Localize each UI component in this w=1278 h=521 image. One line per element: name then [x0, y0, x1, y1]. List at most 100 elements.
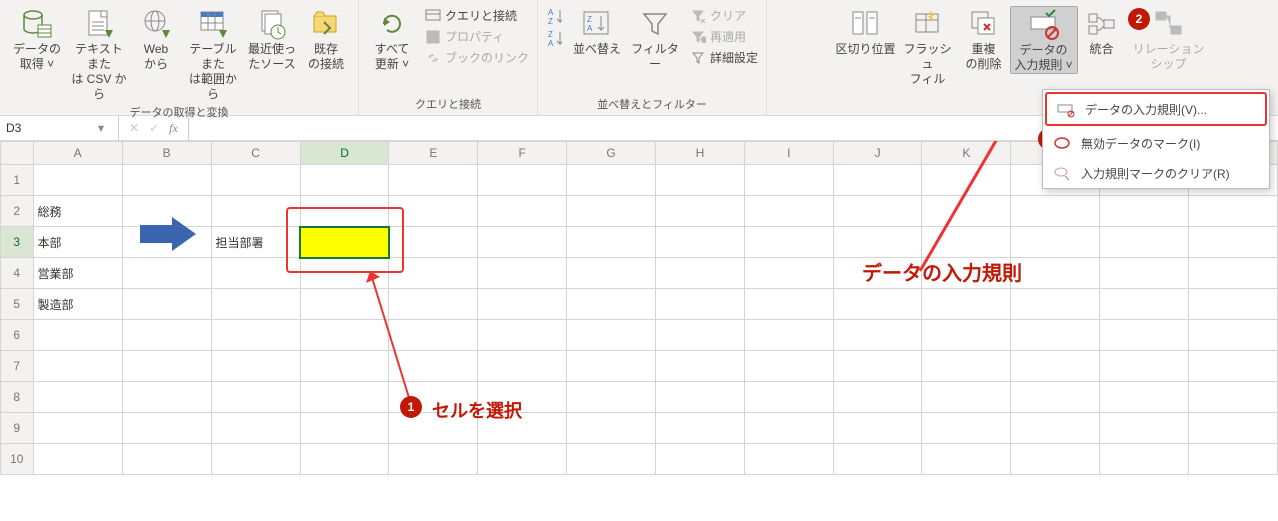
- table-icon: [197, 8, 229, 40]
- reapply-button: 再適用: [688, 27, 760, 46]
- dropdown-item-validation-label: データの入力規則(V)...: [1085, 101, 1207, 118]
- grid-table: A B C D E F G H I J K L M N 1 2総務 3本部担当部…: [0, 141, 1278, 475]
- cell-A5[interactable]: 製造部: [33, 289, 122, 320]
- queries-connections-button[interactable]: クエリと接続: [423, 6, 531, 25]
- globe-icon: [140, 8, 172, 40]
- name-box-input[interactable]: [0, 121, 92, 135]
- row-header-5[interactable]: 5: [1, 289, 34, 320]
- row-header-8[interactable]: 8: [1, 382, 34, 413]
- col-header-I[interactable]: I: [744, 142, 833, 165]
- col-header-J[interactable]: J: [833, 142, 922, 165]
- svg-text:Z: Z: [548, 30, 553, 39]
- sort-dialog-button[interactable]: ZA 並べ替え: [568, 6, 626, 57]
- name-box[interactable]: ▾: [0, 116, 119, 140]
- existing-label: 既存 の接続: [308, 42, 344, 72]
- validation-rule-icon: [1057, 100, 1075, 118]
- remove-duplicates-button[interactable]: 重複 の削除: [958, 6, 1010, 72]
- row-header-10[interactable]: 10: [1, 444, 34, 475]
- blue-arrow-icon: [140, 217, 196, 251]
- dropdown-item-clear-marks[interactable]: 入力規則マークのクリア(R): [1043, 158, 1269, 188]
- properties-icon: [425, 29, 441, 45]
- document-icon: [83, 8, 115, 40]
- from-text-csv-button[interactable]: テキストまた は CSV から: [68, 6, 130, 102]
- cancel-icon: ✕: [129, 121, 139, 135]
- consolidate-button[interactable]: 統合: [1078, 6, 1126, 57]
- group-get-transform: データの 取得 ˅ テキストまた は CSV から Web から テーブルまた …: [0, 0, 359, 115]
- mark-invalid-icon: [1053, 134, 1071, 152]
- sort-desc-icon: ZA: [546, 31, 562, 47]
- group-label-sort-filter: 並べ替えとフィルター: [597, 94, 707, 115]
- svg-text:A: A: [548, 39, 554, 48]
- accept-icon: ✓: [149, 121, 159, 135]
- col-header-E[interactable]: E: [389, 142, 478, 165]
- recent-icon: [256, 8, 288, 40]
- data-validation-button[interactable]: データの 入力規則 ˅: [1010, 6, 1078, 74]
- data-validation-label: データの 入力規則 ˅: [1014, 43, 1072, 73]
- from-web-button[interactable]: Web から: [130, 6, 182, 72]
- col-header-D[interactable]: D: [300, 142, 389, 165]
- name-box-dropdown-icon[interactable]: ▾: [92, 121, 110, 135]
- col-header-B[interactable]: B: [122, 142, 211, 165]
- refresh-all-button[interactable]: すべて 更新 ˅: [365, 6, 419, 72]
- svg-text:Z: Z: [587, 15, 592, 24]
- get-data-label: データの 取得 ˅: [13, 42, 61, 72]
- row-header-1[interactable]: 1: [1, 165, 34, 196]
- row-header-3[interactable]: 3: [1, 227, 34, 258]
- cell-A3[interactable]: 本部: [33, 227, 122, 258]
- svg-text:Z: Z: [548, 17, 553, 26]
- data-validation-dropdown: データの入力規則(V)... 無効データのマーク(I) 入力規則マークのクリア(…: [1042, 89, 1270, 189]
- step-badge-1: 1: [400, 396, 422, 418]
- clear-marks-icon: [1053, 164, 1071, 182]
- flash-fill-icon: [912, 8, 944, 40]
- recent-sources-button[interactable]: 最近使っ たソース: [244, 6, 300, 72]
- flash-fill-button[interactable]: フラッシュ フィル: [898, 6, 958, 87]
- queries-label: クエリと接続: [445, 7, 517, 24]
- sort-asc-icon: AZ: [546, 9, 562, 25]
- row-header-6[interactable]: 6: [1, 320, 34, 351]
- dropdown-item-mark-label: 無効データのマーク(I): [1081, 135, 1200, 152]
- properties-label: プロパティ: [445, 28, 504, 45]
- queries-icon: [425, 8, 441, 24]
- dropdown-item-clear-label: 入力規則マークのクリア(R): [1081, 165, 1230, 182]
- recent-label: 最近使っ たソース: [248, 42, 296, 72]
- from-table-button[interactable]: テーブルまた は範囲から: [182, 6, 244, 102]
- select-all-corner[interactable]: [1, 142, 34, 165]
- dropdown-item-mark-invalid[interactable]: 無効データのマーク(I): [1043, 128, 1269, 158]
- from-text-label: テキストまた は CSV から: [70, 42, 128, 102]
- refresh-icon: [376, 8, 408, 40]
- folder-arrow-icon: [310, 8, 342, 40]
- sort-icon: ZA: [581, 8, 613, 40]
- dropdown-item-validation[interactable]: データの入力規則(V)...: [1045, 92, 1267, 126]
- reapply-label: 再適用: [710, 28, 746, 45]
- row-header-2[interactable]: 2: [1, 196, 34, 227]
- refresh-label: すべて 更新 ˅: [375, 42, 410, 72]
- col-header-A[interactable]: A: [33, 142, 122, 165]
- sort-asc-button[interactable]: AZ: [544, 8, 564, 26]
- consolidate-icon: [1086, 8, 1118, 40]
- row-header-9[interactable]: 9: [1, 413, 34, 444]
- existing-connections-button[interactable]: 既存 の接続: [300, 6, 352, 72]
- cell-C3[interactable]: 担当部署: [211, 227, 300, 258]
- clear-icon: [690, 8, 706, 24]
- advanced-filter-button[interactable]: 詳細設定: [688, 48, 760, 67]
- col-header-C[interactable]: C: [211, 142, 300, 165]
- col-header-H[interactable]: H: [656, 142, 745, 165]
- row-header-4[interactable]: 4: [1, 258, 34, 289]
- col-header-G[interactable]: G: [567, 142, 656, 165]
- flash-fill-label: フラッシュ フィル: [900, 42, 956, 87]
- text-to-columns-button[interactable]: 区切り位置: [834, 6, 898, 57]
- cell-A2[interactable]: 総務: [33, 196, 122, 227]
- relationships-icon: [1153, 8, 1185, 40]
- get-data-button[interactable]: データの 取得 ˅: [6, 6, 68, 72]
- sort-desc-button[interactable]: ZA: [544, 30, 564, 48]
- svg-text:A: A: [587, 24, 593, 33]
- group-sort-filter: AZ ZA ZA 並べ替え フィルター クリア 再適用 詳細設定 並べ替えとフィ…: [538, 0, 767, 115]
- cell-D3-selected[interactable]: [300, 227, 389, 258]
- reapply-icon: [690, 29, 706, 45]
- cell-A1[interactable]: [33, 165, 122, 196]
- row-header-7[interactable]: 7: [1, 351, 34, 382]
- cell-A4[interactable]: 営業部: [33, 258, 122, 289]
- col-header-F[interactable]: F: [478, 142, 567, 165]
- col-header-K[interactable]: K: [922, 142, 1011, 165]
- filter-button[interactable]: フィルター: [626, 6, 684, 72]
